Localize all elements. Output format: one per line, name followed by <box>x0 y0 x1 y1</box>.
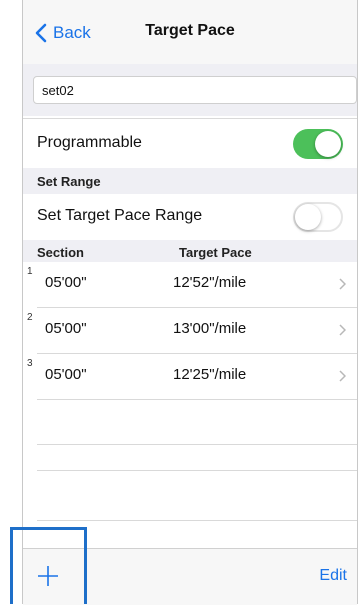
row-pace: 12'25"/mile <box>173 366 247 383</box>
divider <box>37 520 357 521</box>
set-range-toggle[interactable] <box>293 202 343 232</box>
programmable-row: Programmable <box>23 119 357 168</box>
set-range-header-label: Set Range <box>37 174 101 189</box>
chevron-right-icon <box>339 370 346 382</box>
target-pace-screen: Back Target Pace Programmable Set Range … <box>23 0 357 605</box>
add-button-highlight <box>10 527 87 604</box>
table-row[interactable]: 3 05'00" 12'25"/mile <box>23 354 357 398</box>
table-row[interactable]: 2 05'00" 13'00"/mile <box>23 308 357 352</box>
chevron-right-icon <box>339 324 346 336</box>
divider <box>37 470 357 471</box>
set-range-header: Set Range <box>23 168 357 194</box>
row-pace: 12'52"/mile <box>173 274 247 291</box>
toggle-knob <box>315 131 341 157</box>
row-section: 05'00" <box>45 366 87 383</box>
programmable-label: Programmable <box>37 134 142 151</box>
row-section: 05'00" <box>45 320 87 337</box>
column-header-target-pace: Target Pace <box>179 245 252 260</box>
row-index: 2 <box>27 312 33 323</box>
navigation-bar: Back Target Pace <box>23 0 357 64</box>
set-range-label: Set Target Pace Range <box>37 207 203 224</box>
column-header-section: Section <box>37 245 84 260</box>
toggle-knob <box>295 204 321 230</box>
set-name-input[interactable] <box>40 77 344 103</box>
page-title: Target Pace <box>145 22 235 39</box>
row-section: 05'00" <box>45 274 87 291</box>
chevron-right-icon <box>339 278 346 290</box>
row-pace: 13'00"/mile <box>173 320 247 337</box>
edit-button[interactable]: Edit <box>319 567 347 585</box>
table-row[interactable]: 1 05'00" 12'52"/mile <box>23 262 357 306</box>
programmable-toggle[interactable] <box>293 129 343 159</box>
device-frame-right <box>357 0 358 604</box>
set-range-row: Set Target Pace Range <box>23 194 357 240</box>
row-index: 1 <box>27 266 33 277</box>
row-index: 3 <box>27 358 33 369</box>
table-header: Section Target Pace <box>23 240 357 262</box>
name-field-wrapper <box>33 76 357 104</box>
divider <box>37 399 357 400</box>
divider <box>37 444 357 445</box>
